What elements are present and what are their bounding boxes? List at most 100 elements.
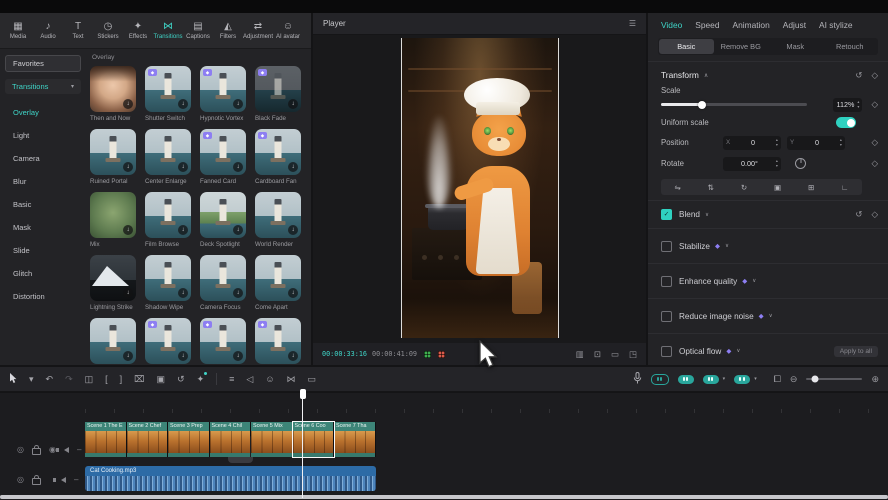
proxy-badge-icon[interactable] xyxy=(438,351,445,358)
mirror-preview-icon[interactable]: ⧠ xyxy=(774,374,781,384)
video-preview[interactable] xyxy=(401,38,559,338)
tab-ai-stylize[interactable]: AI stylize xyxy=(819,20,853,30)
transition-thumbnail[interactable]: ↓ xyxy=(145,129,191,175)
timeline-clip-scene-6-coo[interactable]: Scene 6 Coo xyxy=(293,422,335,457)
transition-thumbnail[interactable]: ↓ xyxy=(145,192,191,238)
chevron-down-icon[interactable]: ▾ xyxy=(723,376,726,382)
transition-thumbnail[interactable]: ◆ ↓ xyxy=(255,66,301,112)
transition-card-black-fade[interactable]: ◆ ↓ Black Fade xyxy=(255,66,301,122)
tab-video[interactable]: Video xyxy=(661,20,682,30)
scale-value-box[interactable]: 112% ▴▾ xyxy=(833,98,862,112)
timeline-clip-scene-1-the-e[interactable]: Scene 1 The E xyxy=(85,422,127,457)
stepper-icon[interactable]: ▴▾ xyxy=(840,138,842,146)
transition-thumbnail[interactable]: ↓ xyxy=(255,192,301,238)
chevron-down-icon[interactable]: ∨ xyxy=(752,278,756,284)
position-x-field[interactable]: X 0 ▴▾ xyxy=(723,136,781,150)
download-icon[interactable]: ↓ xyxy=(288,99,298,109)
reset-icon[interactable]: ↺ xyxy=(855,209,862,220)
apply-to-all-button[interactable]: Apply to all xyxy=(834,346,878,357)
download-icon[interactable]: ↓ xyxy=(178,99,188,109)
screen-icon[interactable]: ▭ xyxy=(308,374,317,384)
auto-ripple-toggle[interactable] xyxy=(734,375,750,384)
transition-thumbnail[interactable]: ↓ xyxy=(255,255,301,301)
timeline-zoom-slider[interactable] xyxy=(806,378,862,380)
download-icon[interactable]: ↓ xyxy=(178,162,188,172)
redo-icon[interactable]: ↷ xyxy=(65,374,73,384)
subtab-remove-bg[interactable]: Remove BG xyxy=(714,39,769,54)
transition-thumbnail[interactable]: ↓ xyxy=(145,255,191,301)
link-toggle[interactable] xyxy=(678,375,694,384)
crop-icon[interactable]: ▣ xyxy=(774,183,781,192)
reset-icon[interactable]: ↺ xyxy=(855,70,862,81)
toolbar-item-adjustment[interactable]: ⇄ Adjustment xyxy=(243,22,273,40)
chevron-down-icon[interactable]: ∨ xyxy=(725,243,729,249)
transition-card[interactable]: ◆ ↓ xyxy=(145,318,191,364)
split-icon[interactable]: ◫ xyxy=(85,374,94,384)
visibility-icon[interactable]: ◉ xyxy=(49,446,56,454)
effect-checkbox[interactable] xyxy=(661,276,672,287)
collapse-icon[interactable]: ∧ xyxy=(704,72,708,79)
download-icon[interactable]: ↓ xyxy=(178,288,188,298)
uniform-scale-toggle[interactable] xyxy=(836,117,856,128)
track-toggle-icon[interactable]: ◎ xyxy=(17,446,24,454)
mute-icon[interactable] xyxy=(61,477,66,483)
toolbar-item-audio[interactable]: ♪ Audio xyxy=(33,22,63,40)
trim-left-icon[interactable]: [ xyxy=(105,374,108,384)
category-item-glitch[interactable]: Glitch xyxy=(5,262,81,285)
transition-card-then-and-now[interactable]: ↓ Then and Now xyxy=(90,66,136,122)
download-icon[interactable]: ↓ xyxy=(178,351,188,361)
toolbar-item-filters[interactable]: ◭ Filters xyxy=(213,22,243,40)
download-icon[interactable]: ↓ xyxy=(123,351,133,361)
toolbar-item-captions[interactable]: ▤ Captions xyxy=(183,22,213,40)
blend-checkbox[interactable]: ✓ xyxy=(661,209,672,220)
rotate-90-icon[interactable]: ↻ xyxy=(741,183,747,192)
playhead-handle[interactable] xyxy=(300,389,306,399)
transition-card-hypnotic-vortex[interactable]: ◆ ↓ Hypnotic Vortex xyxy=(200,66,246,122)
transition-thumbnail[interactable]: ◆ ↓ xyxy=(255,129,301,175)
toolbar-item-text[interactable]: T Text xyxy=(63,22,93,40)
transition-thumbnail[interactable]: ↓ xyxy=(200,192,246,238)
transition-thumbnail[interactable]: ↓ xyxy=(90,255,136,301)
transition-card-lightning-strike[interactable]: ↓ Lightning Strike xyxy=(90,255,136,311)
download-icon[interactable]: ↓ xyxy=(288,162,298,172)
chevron-down-icon[interactable]: ∨ xyxy=(769,313,773,319)
category-item-slide[interactable]: Slide xyxy=(5,239,81,262)
download-icon[interactable]: ↓ xyxy=(288,288,298,298)
zoom-out-icon[interactable]: ⊖ xyxy=(790,374,798,385)
tab-animation[interactable]: Animation xyxy=(733,20,770,30)
rotate-field[interactable]: 0.00° ▴▾ xyxy=(723,157,781,171)
undo-icon[interactable]: ↶ xyxy=(46,374,54,384)
zoom-knob[interactable] xyxy=(812,376,819,383)
transition-card-camera-focus[interactable]: ↓ Camera Focus xyxy=(200,255,246,311)
toolbar-item-stickers[interactable]: ◷ Stickers xyxy=(93,22,123,40)
download-icon[interactable]: ↓ xyxy=(288,351,298,361)
transition-thumbnail[interactable]: ↓ xyxy=(90,318,136,364)
transition-thumbnail[interactable]: ◆ ↓ xyxy=(145,66,191,112)
transition-card-world-render[interactable]: ↓ World Render xyxy=(255,192,301,248)
stepper-icon[interactable]: ▴▾ xyxy=(776,159,778,167)
subtab-basic[interactable]: Basic xyxy=(659,39,714,54)
category-item-mask[interactable]: Mask xyxy=(5,216,81,239)
timeline-scrollbar[interactable] xyxy=(0,495,888,499)
category-item-light[interactable]: Light xyxy=(5,124,81,147)
canvas-ratio-icon[interactable]: ▥ xyxy=(576,349,584,360)
transition-card[interactable]: ◆ ↓ xyxy=(200,318,246,364)
toolbar-item-ai_avatar[interactable]: ☺ AI avatar xyxy=(273,22,303,40)
transitions-dropdown[interactable]: Transitions ▾ xyxy=(5,79,81,94)
extract-audio-icon[interactable]: ⋈ xyxy=(287,374,296,384)
transition-thumbnail[interactable]: ↓ xyxy=(90,66,136,112)
download-icon[interactable]: ↓ xyxy=(123,99,133,109)
transition-card-come-apart[interactable]: ↓ Come Apart xyxy=(255,255,301,311)
keyframe-icon[interactable]: ◇ xyxy=(871,99,878,110)
scrollbar-handle[interactable] xyxy=(0,495,888,499)
display-icon[interactable]: ▭ xyxy=(611,349,619,360)
transition-card-shutter-switch[interactable]: ◆ ↓ Shutter Switch xyxy=(145,66,191,122)
download-icon[interactable]: ↓ xyxy=(123,162,133,172)
effect-checkbox[interactable] xyxy=(661,346,672,357)
transition-card-film-browse[interactable]: ↓ Film Browse xyxy=(145,192,191,248)
keyframe-icon[interactable]: ◇ xyxy=(871,137,878,148)
track-toggle-icon[interactable]: ◎ xyxy=(17,476,24,484)
transition-card[interactable]: ◆ ↓ xyxy=(255,318,301,364)
subtab-mask[interactable]: Mask xyxy=(768,39,823,54)
timeline-clip-scene-4-chil[interactable]: Scene 4 Chil xyxy=(210,422,252,457)
